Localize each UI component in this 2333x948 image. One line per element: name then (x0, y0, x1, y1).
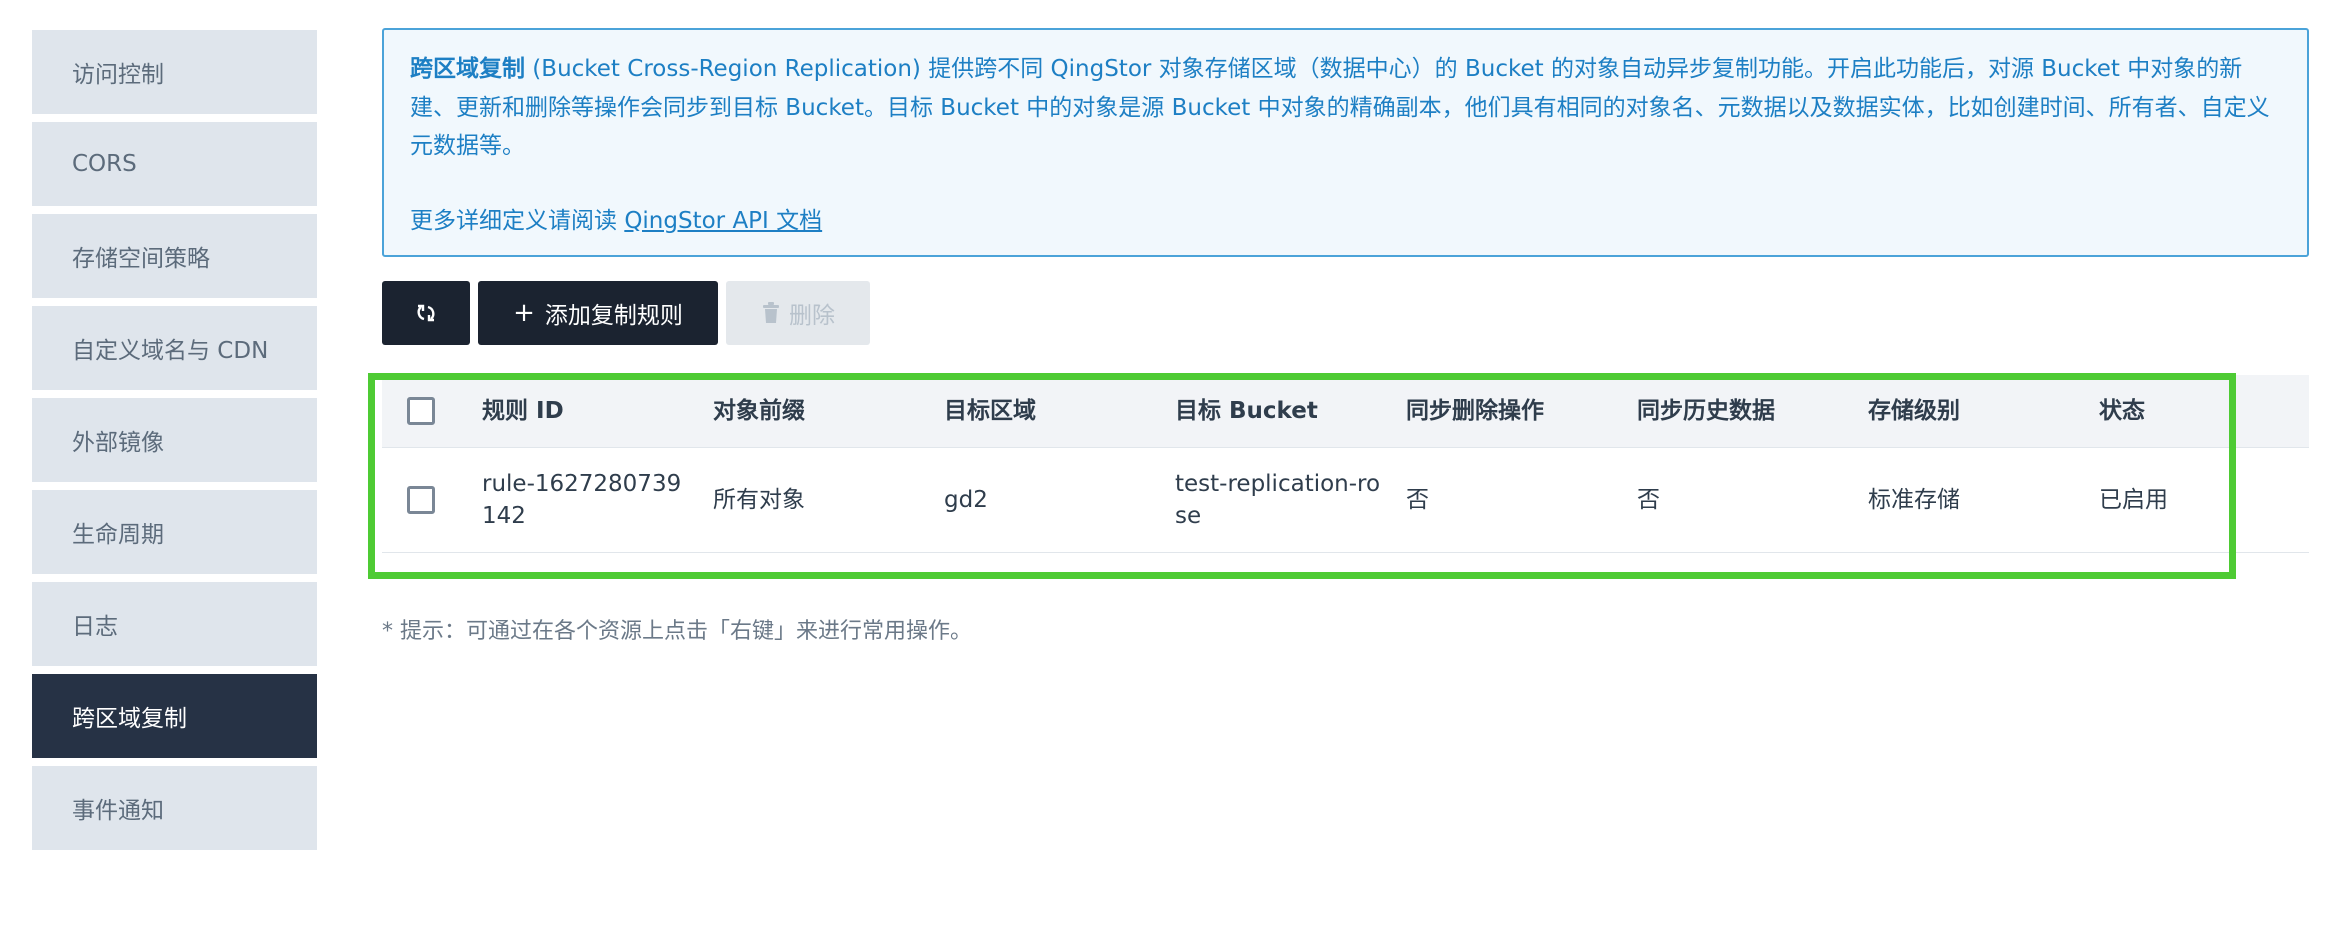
info-description: 跨区域复制 (Bucket Cross-Region Replication) … (410, 50, 2283, 166)
column-header-target-bucket[interactable]: 目标 Bucket (1175, 395, 1385, 427)
sidebar-item-label: 访问控制 (72, 62, 164, 88)
delete-button-label: 删除 (789, 303, 835, 329)
cell-rule-id: rule-1627280739142 (482, 471, 682, 529)
info-more: 更多详细定义请阅读 QingStor API 文档 (410, 202, 2283, 241)
column-header-sync-delete[interactable]: 同步删除操作 (1406, 395, 1544, 427)
cell-storage-class: 标准存储 (1868, 487, 1960, 513)
toolbar: + 添加复制规则 删除 (382, 281, 878, 345)
cell-prefix: 所有对象 (713, 487, 805, 513)
cell-target-bucket: test-replication-rose (1175, 471, 1381, 529)
table-header: 规则 ID 对象前缀 目标区域 目标 Bucket 同步删除操作 同步历史数据 … (382, 375, 2309, 448)
info-lead: 跨区域复制 (410, 56, 525, 82)
sidebar-item-label: 生命周期 (72, 522, 164, 548)
sidebar-item-label: 存储空间策略 (72, 246, 210, 272)
add-replication-rule-button[interactable]: + 添加复制规则 (478, 281, 718, 345)
table-row[interactable]: rule-1627280739142 所有对象 gd2 test-replica… (382, 448, 2309, 553)
cell-sync-delete: 否 (1406, 487, 1429, 513)
sidebar-item-cross-region-replication[interactable]: 跨区域复制 (32, 674, 317, 758)
sidebar-item-external-mirror[interactable]: 外部镜像 (32, 398, 317, 482)
trash-icon (763, 302, 779, 323)
info-more-prefix: 更多详细定义请阅读 (410, 207, 625, 234)
add-button-label: 添加复制规则 (544, 303, 683, 329)
column-header-sync-history[interactable]: 同步历史数据 (1637, 395, 1775, 427)
api-doc-link[interactable]: QingStor API 文档 (624, 208, 822, 234)
tip-text: * 提示：可通过在各个资源上点击「右键」来进行常用操作。 (382, 619, 972, 644)
sidebar-item-logging[interactable]: 日志 (32, 582, 317, 666)
info-box: 跨区域复制 (Bucket Cross-Region Replication) … (382, 28, 2309, 257)
sidebar-item-label: 外部镜像 (72, 430, 164, 456)
column-header-rule-id[interactable]: 规则 ID (482, 395, 692, 427)
cell-target-region: gd2 (944, 487, 988, 513)
select-all-checkbox[interactable] (407, 397, 435, 425)
sidebar-item-label: 日志 (72, 614, 118, 640)
column-header-target-region[interactable]: 目标区域 (944, 395, 1036, 427)
sidebar-item-bucket-policy[interactable]: 存储空间策略 (32, 214, 317, 298)
column-header-prefix[interactable]: 对象前缀 (713, 395, 805, 427)
sidebar-item-label: 事件通知 (72, 798, 164, 824)
column-header-storage-class[interactable]: 存储级别 (1868, 395, 1960, 427)
main-content: 跨区域复制 (Bucket Cross-Region Replication) … (382, 28, 2309, 644)
delete-button[interactable]: 删除 (726, 281, 870, 345)
sidebar-item-event-notification[interactable]: 事件通知 (32, 766, 317, 850)
sidebar-item-custom-domain-cdn[interactable]: 自定义域名与 CDN (32, 306, 317, 390)
sidebar-item-label: 自定义域名与 CDN (72, 338, 269, 364)
sidebar-item-lifecycle[interactable]: 生命周期 (32, 490, 317, 574)
sidebar-item-label: CORS (72, 151, 137, 177)
replication-rules-table: 规则 ID 对象前缀 目标区域 目标 Bucket 同步删除操作 同步历史数据 … (382, 375, 2309, 553)
refresh-button[interactable] (382, 281, 470, 345)
row-checkbox[interactable] (407, 486, 435, 514)
cell-status: 已启用 (2099, 487, 2168, 513)
column-header-status[interactable]: 状态 (2099, 395, 2145, 427)
sidebar-item-label: 跨区域复制 (72, 706, 187, 732)
sidebar-item-cors[interactable]: CORS (32, 122, 317, 206)
plus-icon: + (513, 298, 535, 328)
refresh-icon (417, 304, 435, 322)
sidebar-item-access-control[interactable]: 访问控制 (32, 30, 317, 114)
info-text: (Bucket Cross-Region Replication) 提供跨不同 … (410, 56, 2270, 159)
cell-sync-history: 否 (1637, 487, 1660, 513)
sidebar: 访问控制 CORS 存储空间策略 自定义域名与 CDN 外部镜像 生命周期 日志… (32, 30, 317, 858)
